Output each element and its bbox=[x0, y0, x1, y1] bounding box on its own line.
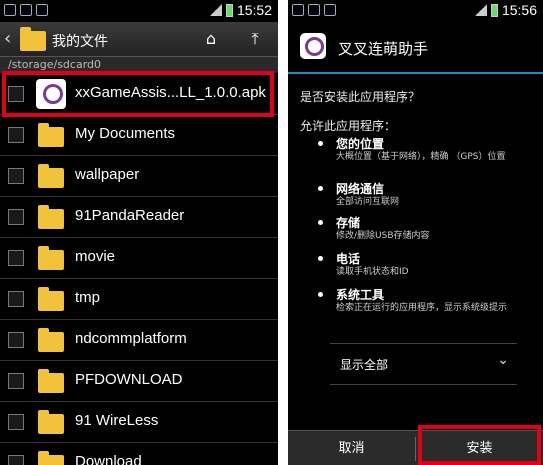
app-name: 叉叉连萌助手 bbox=[338, 40, 429, 58]
signal-icon bbox=[209, 4, 222, 16]
file-name: ndcommplatform bbox=[75, 330, 187, 347]
bullet-icon bbox=[318, 292, 323, 297]
checkbox[interactable] bbox=[8, 373, 24, 389]
folder-icon bbox=[38, 164, 64, 188]
installer-header: 叉叉连萌助手 bbox=[288, 22, 543, 74]
file-name: PFDOWNLOAD bbox=[75, 371, 183, 388]
checkbox[interactable] bbox=[8, 455, 24, 465]
show-all-label: 显示全部 bbox=[340, 358, 389, 372]
permission-title: 系统工具 bbox=[336, 288, 385, 302]
bullet-icon bbox=[318, 141, 323, 146]
folder-icon bbox=[20, 27, 46, 51]
checkbox[interactable] bbox=[8, 168, 24, 184]
folder-row[interactable]: 91 WireLess bbox=[0, 402, 278, 443]
home-icon[interactable]: ⌂ bbox=[196, 26, 226, 52]
back-arrow-icon[interactable]: ‹ bbox=[4, 28, 11, 49]
cancel-button[interactable]: 取消 bbox=[288, 431, 415, 465]
file-name: My Documents bbox=[75, 125, 176, 142]
bullet-icon bbox=[318, 186, 323, 191]
file-manager-header: ‹ 我的文件 ⌂ ⤒ bbox=[0, 22, 278, 57]
folder-row[interactable]: wallpaper bbox=[0, 156, 278, 197]
permissions-heading: 允许此应用程序： bbox=[300, 119, 397, 133]
status-bar: 15:52 bbox=[0, 0, 278, 22]
folder-icon bbox=[38, 369, 64, 393]
file-name: 91PandaReader bbox=[75, 207, 185, 224]
folder-row[interactable]: Download bbox=[0, 443, 278, 465]
file-name: Download bbox=[75, 453, 142, 465]
permission-description: 读取手机状态和ID bbox=[336, 267, 409, 277]
install-highlight-box bbox=[418, 425, 541, 465]
clock: 15:56 bbox=[501, 2, 537, 18]
file-name: 91 WireLess bbox=[75, 412, 159, 429]
notification-icons bbox=[292, 4, 336, 16]
clock: 15:52 bbox=[236, 2, 272, 18]
permission-title: 电话 bbox=[336, 252, 361, 266]
folder-row[interactable]: ndcommplatform bbox=[0, 320, 278, 361]
folder-icon bbox=[38, 205, 64, 229]
folder-row[interactable]: PFDOWNLOAD bbox=[0, 361, 278, 402]
install-question: 是否安装此应用程序？ bbox=[300, 90, 421, 104]
permission-description: 全部访问互联网 bbox=[336, 197, 400, 207]
folder-icon bbox=[38, 328, 64, 352]
bullet-icon bbox=[318, 256, 323, 261]
signal-icon bbox=[474, 4, 487, 16]
permission-title: 存储 bbox=[336, 216, 361, 230]
checkbox[interactable] bbox=[8, 250, 24, 266]
folder-icon bbox=[38, 246, 64, 270]
status-bar: 15:56 bbox=[288, 0, 543, 22]
folder-row[interactable]: My Documents bbox=[0, 115, 278, 156]
file-manager-screen: 15:52 ‹ 我的文件 ⌂ ⤒ /storage/sdcard0 xxGame… bbox=[0, 0, 278, 465]
folder-row[interactable]: 91PandaReader bbox=[0, 197, 278, 238]
chevron-down-icon: ⌄ bbox=[497, 352, 509, 368]
permission-description: 检索正在运行的应用程序，显示系统级提示 bbox=[336, 303, 508, 313]
page-title: 我的文件 bbox=[52, 34, 108, 50]
apk-highlight-box bbox=[2, 71, 274, 117]
folder-row[interactable]: movie bbox=[0, 238, 278, 279]
file-name: tmp bbox=[75, 289, 101, 306]
notification-icons bbox=[4, 4, 48, 16]
folder-icon bbox=[38, 123, 64, 147]
battery-icon bbox=[225, 3, 233, 17]
checkbox[interactable] bbox=[8, 127, 24, 143]
permission-description: 修改/删除USB存储内容 bbox=[336, 231, 430, 241]
checkbox[interactable] bbox=[8, 414, 24, 430]
file-name: movie bbox=[75, 248, 116, 265]
app-icon bbox=[300, 33, 326, 59]
folder-icon bbox=[38, 287, 64, 311]
folder-icon bbox=[38, 451, 64, 465]
show-all-button[interactable]: 显示全部 ⌄ bbox=[330, 343, 517, 385]
battery-icon bbox=[490, 3, 498, 17]
up-folder-icon[interactable]: ⤒ bbox=[240, 26, 270, 52]
checkbox[interactable] bbox=[8, 209, 24, 225]
permission-title: 您的位置 bbox=[336, 137, 385, 151]
folder-icon bbox=[38, 410, 64, 434]
install-screen: 15:56 叉叉连萌助手 是否安装此应用程序？ 允许此应用程序： 您的位置 大概位… bbox=[288, 0, 543, 465]
permission-description: 大概位置（基于网络），精确 （GPS）位置 bbox=[336, 152, 506, 162]
checkbox[interactable] bbox=[8, 291, 24, 307]
file-name: wallpaper bbox=[75, 166, 140, 183]
folder-row[interactable]: tmp bbox=[0, 279, 278, 320]
checkbox[interactable] bbox=[8, 332, 24, 348]
permission-title: 网络通信 bbox=[336, 182, 385, 196]
bullet-icon bbox=[318, 220, 323, 225]
